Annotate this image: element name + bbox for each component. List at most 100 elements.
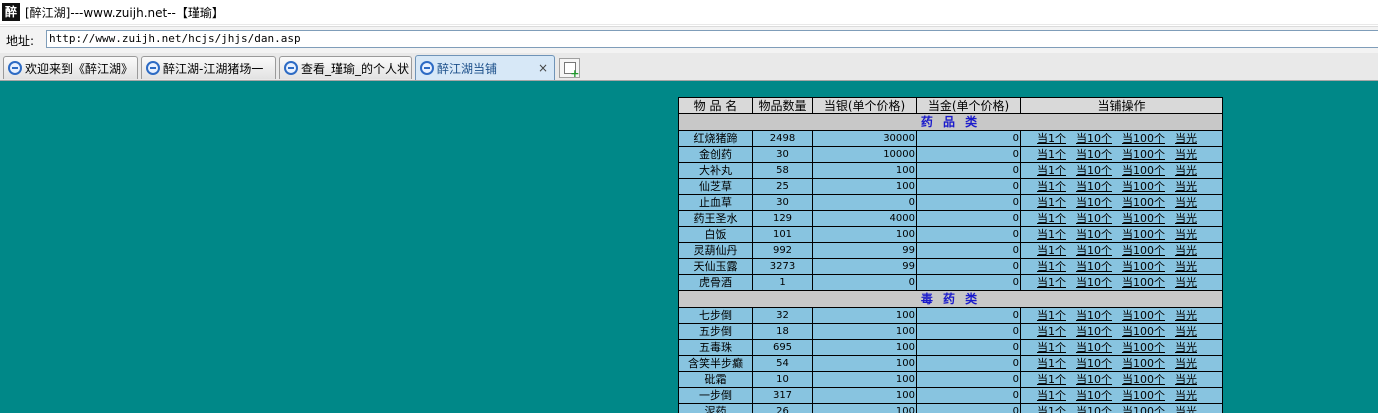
pawn-1-link[interactable]: 当1个	[1037, 228, 1066, 241]
item-gold-price: 0	[916, 130, 1021, 147]
pawn-100-link[interactable]: 当100个	[1122, 276, 1165, 289]
pawn-all-link[interactable]: 当光	[1175, 260, 1197, 273]
pawn-100-link[interactable]: 当100个	[1122, 373, 1165, 386]
pawn-all-link[interactable]: 当光	[1175, 325, 1197, 338]
pawn-10-link[interactable]: 当10个	[1076, 212, 1112, 225]
pawn-100-link[interactable]: 当100个	[1122, 148, 1165, 161]
pawn-all-link[interactable]: 当光	[1175, 244, 1197, 257]
pawn-all-link[interactable]: 当光	[1175, 405, 1197, 413]
pawn-100-link[interactable]: 当100个	[1122, 212, 1165, 225]
pawn-all-link[interactable]: 当光	[1175, 132, 1197, 145]
item-gold-price: 0	[916, 355, 1021, 372]
tab-welcome[interactable]: 欢迎来到《醉江湖》	[3, 56, 138, 79]
item-name: 天仙玉露	[678, 258, 753, 275]
item-qty: 32	[752, 307, 813, 324]
item-name: 泥药	[678, 403, 753, 413]
pawn-10-link[interactable]: 当10个	[1076, 196, 1112, 209]
pawn-10-link[interactable]: 当10个	[1076, 164, 1112, 177]
pawn-1-link[interactable]: 当1个	[1037, 260, 1066, 273]
pawn-1-link[interactable]: 当1个	[1037, 132, 1066, 145]
pawn-100-link[interactable]: 当100个	[1122, 260, 1165, 273]
item-name: 砒霜	[678, 371, 753, 388]
pawn-100-link[interactable]: 当100个	[1122, 164, 1165, 177]
pawn-all-link[interactable]: 当光	[1175, 341, 1197, 354]
category-title: 药 品 类	[678, 113, 1223, 131]
item-gold-price: 0	[916, 387, 1021, 404]
pawn-1-link[interactable]: 当1个	[1037, 148, 1066, 161]
pawn-1-link[interactable]: 当1个	[1037, 164, 1066, 177]
pawn-10-link[interactable]: 当10个	[1076, 389, 1112, 402]
pawn-100-link[interactable]: 当100个	[1122, 357, 1165, 370]
pawn-10-link[interactable]: 当10个	[1076, 132, 1112, 145]
pawn-100-link[interactable]: 当100个	[1122, 228, 1165, 241]
item-name: 药王圣水	[678, 210, 753, 227]
pawn-10-link[interactable]: 当10个	[1076, 373, 1112, 386]
pawn-1-link[interactable]: 当1个	[1037, 357, 1066, 370]
ie-page-icon	[420, 61, 434, 75]
pawn-all-link[interactable]: 当光	[1175, 357, 1197, 370]
pawn-100-link[interactable]: 当100个	[1122, 196, 1165, 209]
tab-pawnshop[interactable]: 醉江湖当铺 ×	[415, 55, 555, 80]
item-qty: 2498	[752, 130, 813, 147]
pawn-all-link[interactable]: 当光	[1175, 148, 1197, 161]
pawn-1-link[interactable]: 当1个	[1037, 212, 1066, 225]
pawn-100-link[interactable]: 当100个	[1122, 309, 1165, 322]
pawn-1-link[interactable]: 当1个	[1037, 180, 1066, 193]
pawn-1-link[interactable]: 当1个	[1037, 389, 1066, 402]
pawn-all-link[interactable]: 当光	[1175, 389, 1197, 402]
pawn-1-link[interactable]: 当1个	[1037, 244, 1066, 257]
item-operations: 当1个 当10个 当100个 当光	[1020, 258, 1223, 275]
tab-profile[interactable]: 查看_瑾瑜_的个人状	[279, 56, 412, 79]
item-silver-price: 10000	[812, 146, 917, 163]
pawn-10-link[interactable]: 当10个	[1076, 260, 1112, 273]
table-row: 一步倒 317 100 0 当1个 当10个 当100个 当光	[678, 387, 1223, 404]
pawn-1-link[interactable]: 当1个	[1037, 309, 1066, 322]
table-row: 金创药 30 10000 0 当1个 当10个 当100个 当光	[678, 146, 1223, 163]
ie-page-icon	[8, 61, 22, 75]
item-gold-price: 0	[916, 307, 1021, 324]
pawn-10-link[interactable]: 当10个	[1076, 357, 1112, 370]
pawn-1-link[interactable]: 当1个	[1037, 405, 1066, 413]
pawn-100-link[interactable]: 当100个	[1122, 132, 1165, 145]
pawn-10-link[interactable]: 当10个	[1076, 180, 1112, 193]
pawn-all-link[interactable]: 当光	[1175, 164, 1197, 177]
pawn-100-link[interactable]: 当100个	[1122, 180, 1165, 193]
tab-pig-farm[interactable]: 醉江湖-江湖猪场一	[141, 56, 276, 79]
header-item-name: 物 品 名	[678, 97, 753, 114]
pawn-100-link[interactable]: 当100个	[1122, 325, 1165, 338]
pawn-all-link[interactable]: 当光	[1175, 276, 1197, 289]
address-input[interactable]	[46, 30, 1378, 48]
category-row: 药 品 类	[678, 113, 1223, 131]
pawn-all-link[interactable]: 当光	[1175, 373, 1197, 386]
pawn-1-link[interactable]: 当1个	[1037, 196, 1066, 209]
pawn-all-link[interactable]: 当光	[1175, 228, 1197, 241]
pawn-10-link[interactable]: 当10个	[1076, 325, 1112, 338]
new-tab-button[interactable]	[559, 58, 580, 79]
pawn-100-link[interactable]: 当100个	[1122, 389, 1165, 402]
pawn-100-link[interactable]: 当100个	[1122, 405, 1165, 413]
pawn-10-link[interactable]: 当10个	[1076, 309, 1112, 322]
pawn-10-link[interactable]: 当10个	[1076, 148, 1112, 161]
pawn-all-link[interactable]: 当光	[1175, 212, 1197, 225]
item-silver-price: 99	[812, 242, 917, 259]
pawn-1-link[interactable]: 当1个	[1037, 373, 1066, 386]
pawn-1-link[interactable]: 当1个	[1037, 325, 1066, 338]
pawn-10-link[interactable]: 当10个	[1076, 276, 1112, 289]
header-item-qty: 物品数量	[752, 97, 813, 114]
pawn-10-link[interactable]: 当10个	[1076, 228, 1112, 241]
pawn-all-link[interactable]: 当光	[1175, 196, 1197, 209]
pawn-10-link[interactable]: 当10个	[1076, 341, 1112, 354]
pawn-all-link[interactable]: 当光	[1175, 309, 1197, 322]
pawn-10-link[interactable]: 当10个	[1076, 244, 1112, 257]
item-name: 五步倒	[678, 323, 753, 340]
tab-bar: 欢迎来到《醉江湖》 醉江湖-江湖猪场一 查看_瑾瑜_的个人状 醉江湖当铺 ×	[0, 53, 1378, 81]
pawn-100-link[interactable]: 当100个	[1122, 341, 1165, 354]
item-name: 金创药	[678, 146, 753, 163]
pawn-all-link[interactable]: 当光	[1175, 180, 1197, 193]
pawn-1-link[interactable]: 当1个	[1037, 341, 1066, 354]
close-tab-icon[interactable]: ×	[538, 61, 548, 75]
pawn-1-link[interactable]: 当1个	[1037, 276, 1066, 289]
item-qty: 1	[752, 274, 813, 291]
pawn-10-link[interactable]: 当10个	[1076, 405, 1112, 413]
pawn-100-link[interactable]: 当100个	[1122, 244, 1165, 257]
